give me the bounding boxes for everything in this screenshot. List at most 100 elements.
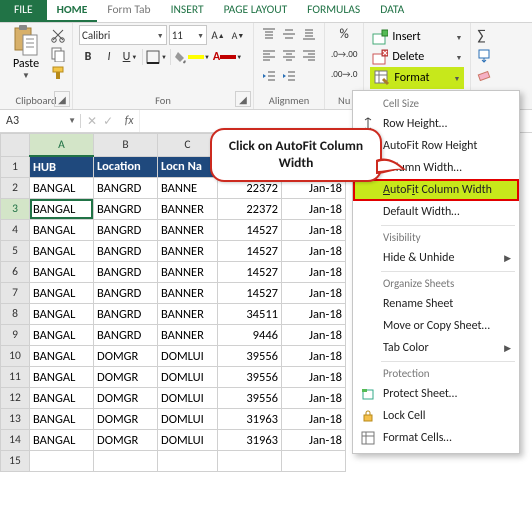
cell[interactable]: DOMLUI	[158, 367, 218, 388]
decrease-indent-icon[interactable]	[260, 67, 278, 85]
cell[interactable]: BANGAL	[30, 241, 94, 262]
cell[interactable]: Jan-18	[282, 325, 346, 346]
cell[interactable]: BANGAL	[30, 178, 94, 199]
cell[interactable]: Jan-18	[282, 199, 346, 220]
fx-icon[interactable]: fx	[119, 114, 139, 128]
cell[interactable]: 9446	[218, 325, 282, 346]
menu-protect-sheet[interactable]: Protect Sheet…	[353, 383, 519, 405]
menu-default-width[interactable]: Default Width…	[353, 201, 519, 223]
fill-color-button[interactable]: ▼	[174, 48, 210, 66]
percent-style-icon[interactable]: %	[331, 25, 357, 43]
cell[interactable]: Location	[94, 156, 158, 178]
cell[interactable]: Jan-18	[282, 409, 346, 430]
format-cells-button[interactable]: Format▼	[370, 67, 464, 89]
tab-insert[interactable]: INSERT	[161, 0, 214, 22]
cell[interactable]: Jan-18	[282, 220, 346, 241]
cell[interactable]: HUB	[30, 156, 94, 178]
cell[interactable]: BANGAL	[30, 367, 94, 388]
menu-autofit-column-width[interactable]: AutoFit Column Width	[353, 179, 519, 201]
increase-font-icon[interactable]: A▲	[209, 26, 227, 44]
tab-data[interactable]: DATA	[370, 0, 414, 22]
select-all-corner[interactable]	[1, 134, 30, 157]
col-header-A[interactable]: A	[30, 134, 94, 157]
menu-format-cells[interactable]: Format Cells…	[353, 427, 519, 449]
format-painter-icon[interactable]	[50, 65, 66, 81]
row-header[interactable]: 6	[1, 262, 30, 283]
menu-move-copy-sheet[interactable]: Move or Copy Sheet…	[353, 315, 519, 337]
cell[interactable]: BANGAL	[30, 262, 94, 283]
cell[interactable]: BANGAL	[30, 346, 94, 367]
row-header[interactable]: 1	[1, 156, 30, 178]
cell[interactable]: DOMGR	[94, 346, 158, 367]
cell[interactable]	[30, 451, 94, 472]
row-header[interactable]: 15	[1, 451, 30, 472]
tab-form[interactable]: Form Tab	[97, 0, 160, 22]
fill-button[interactable]: ▼	[477, 49, 532, 63]
row-header[interactable]: 12	[1, 388, 30, 409]
cell[interactable]: Jan-18	[282, 367, 346, 388]
cell[interactable]: 14527	[218, 283, 282, 304]
row-header[interactable]: 5	[1, 241, 30, 262]
cell[interactable]: BANNER	[158, 325, 218, 346]
cell[interactable]: BANGAL	[30, 409, 94, 430]
cell[interactable]: BANGRD	[94, 199, 158, 220]
cell[interactable]: BANGAL	[30, 388, 94, 409]
menu-rename-sheet[interactable]: Rename Sheet	[353, 293, 519, 315]
menu-lock-cell[interactable]: Lock Cell	[353, 405, 519, 427]
bold-button[interactable]: B	[79, 48, 97, 66]
align-middle-icon[interactable]	[280, 25, 298, 43]
cell[interactable]: BANNER	[158, 262, 218, 283]
cell[interactable]: BANNER	[158, 220, 218, 241]
cell[interactable]: 39556	[218, 367, 282, 388]
cut-icon[interactable]	[50, 27, 66, 43]
cell[interactable]: BANGAL	[30, 325, 94, 346]
align-top-icon[interactable]	[260, 25, 278, 43]
cell[interactable]: BANGRD	[94, 325, 158, 346]
row-header[interactable]: 11	[1, 367, 30, 388]
row-header[interactable]: 10	[1, 346, 30, 367]
cell[interactable]: BANNER	[158, 304, 218, 325]
cell[interactable]: 34511	[218, 304, 282, 325]
cell[interactable]: BANNE	[158, 178, 218, 199]
font-color-button[interactable]: A▼	[213, 48, 242, 66]
tab-file[interactable]: FILE	[0, 0, 47, 22]
copy-icon[interactable]	[50, 46, 66, 62]
cell[interactable]: BANNER	[158, 199, 218, 220]
decrease-decimal-icon[interactable]: .00→.0	[331, 65, 357, 83]
cell[interactable]: 39556	[218, 346, 282, 367]
cell[interactable]: BANGRD	[94, 220, 158, 241]
cell[interactable]: Jan-18	[282, 241, 346, 262]
cell[interactable]: DOMLUI	[158, 346, 218, 367]
cell[interactable]: 14527	[218, 241, 282, 262]
increase-indent-icon[interactable]	[280, 67, 298, 85]
font-name-combo[interactable]: Calibri▼	[79, 25, 167, 45]
border-button[interactable]: ▼	[146, 48, 167, 66]
tab-page-layout[interactable]: PAGE LAYOUT	[214, 0, 298, 22]
menu-tab-color[interactable]: Tab Color▶	[353, 337, 519, 359]
clear-button[interactable]: ▼	[477, 67, 532, 81]
cell[interactable]: BANGAL	[30, 220, 94, 241]
cell[interactable]	[94, 451, 158, 472]
align-left-icon[interactable]	[260, 46, 278, 64]
align-right-icon[interactable]	[300, 46, 318, 64]
cell[interactable]: Jan-18	[282, 346, 346, 367]
cell[interactable]: DOMGR	[94, 409, 158, 430]
delete-cells-button[interactable]: Delete▼	[370, 47, 464, 67]
cell[interactable]: BANGRD	[94, 283, 158, 304]
cell[interactable]: BANGRD	[94, 178, 158, 199]
cell[interactable]: BANGRD	[94, 262, 158, 283]
cell[interactable]: Jan-18	[282, 283, 346, 304]
clipboard-launcher[interactable]: ◢	[54, 91, 70, 107]
cell[interactable]: Jan-18	[282, 304, 346, 325]
insert-cells-button[interactable]: Insert▼	[370, 27, 464, 47]
row-header[interactable]: 14	[1, 430, 30, 451]
row-header[interactable]: 3	[1, 199, 30, 220]
cell[interactable]: DOMGR	[94, 430, 158, 451]
cell[interactable]: DOMLUI	[158, 388, 218, 409]
name-box[interactable]: A3▼	[0, 114, 81, 128]
italic-button[interactable]: I	[100, 48, 118, 66]
cell[interactable]: BANGAL	[30, 430, 94, 451]
row-header[interactable]: 9	[1, 325, 30, 346]
cell[interactable]: Locn Na	[158, 156, 218, 178]
cell[interactable]: 39556	[218, 388, 282, 409]
